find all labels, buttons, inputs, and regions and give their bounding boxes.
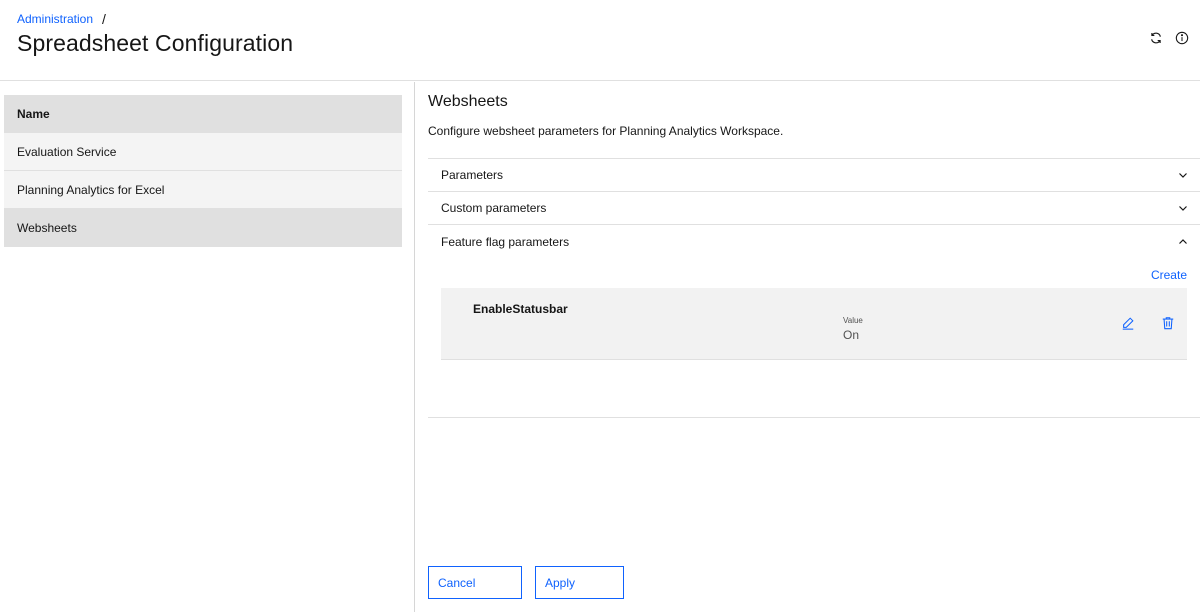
list-item-websheets[interactable]: Websheets — [4, 209, 402, 247]
accordion-custom-parameters[interactable]: Custom parameters — [428, 192, 1200, 225]
chevron-down-icon — [1179, 173, 1187, 178]
apply-button[interactable]: Apply — [535, 566, 624, 599]
parameters-accordion: Parameters Custom parameters Feature fla… — [428, 158, 1200, 418]
chevron-up-icon — [1179, 238, 1187, 244]
feature-flag-content: Create EnableStatusbar Value On — [428, 258, 1200, 418]
create-button[interactable]: Create — [1151, 268, 1187, 282]
edit-icon[interactable] — [1121, 316, 1135, 330]
list-item-evaluation-service[interactable]: Evaluation Service — [4, 133, 402, 171]
configuration-list-panel: Name Evaluation Service Planning Analyti… — [0, 82, 415, 612]
value-label: Value — [843, 316, 863, 325]
name-column-header: Name — [4, 95, 402, 133]
name-table: Name Evaluation Service Planning Analyti… — [4, 95, 402, 247]
list-item-planning-analytics-for-excel[interactable]: Planning Analytics for Excel — [4, 171, 402, 209]
section-title: Websheets — [428, 93, 508, 110]
page-header: Administration / Spreadsheet Configurati… — [0, 0, 1200, 81]
accordion-parameters[interactable]: Parameters — [428, 159, 1200, 192]
accordion-feature-flag-parameters[interactable]: Feature flag parameters — [428, 225, 1200, 258]
breadcrumb: Administration / — [17, 11, 106, 27]
accordion-label: Custom parameters — [441, 201, 547, 215]
trash-icon[interactable] — [1161, 316, 1175, 330]
header-actions — [1146, 29, 1192, 47]
refresh-icon[interactable] — [1146, 29, 1166, 47]
feature-flag-card: EnableStatusbar Value On — [441, 288, 1187, 360]
page-title: Spreadsheet Configuration — [17, 30, 294, 56]
parameter-value: On — [843, 328, 860, 342]
cancel-button[interactable]: Cancel — [428, 566, 522, 599]
breadcrumb-separator: / — [102, 11, 106, 27]
breadcrumb-administration-link[interactable]: Administration — [17, 12, 93, 26]
chevron-down-icon — [1179, 206, 1187, 211]
accordion-label: Parameters — [441, 168, 504, 182]
info-icon[interactable] — [1172, 29, 1192, 47]
parameter-name: EnableStatusbar — [473, 302, 568, 316]
accordion-label: Feature flag parameters — [441, 234, 570, 249]
websheets-detail-panel: Websheets Configure websheet parameters … — [416, 82, 1200, 612]
section-description: Configure websheet parameters for Planni… — [428, 124, 784, 138]
